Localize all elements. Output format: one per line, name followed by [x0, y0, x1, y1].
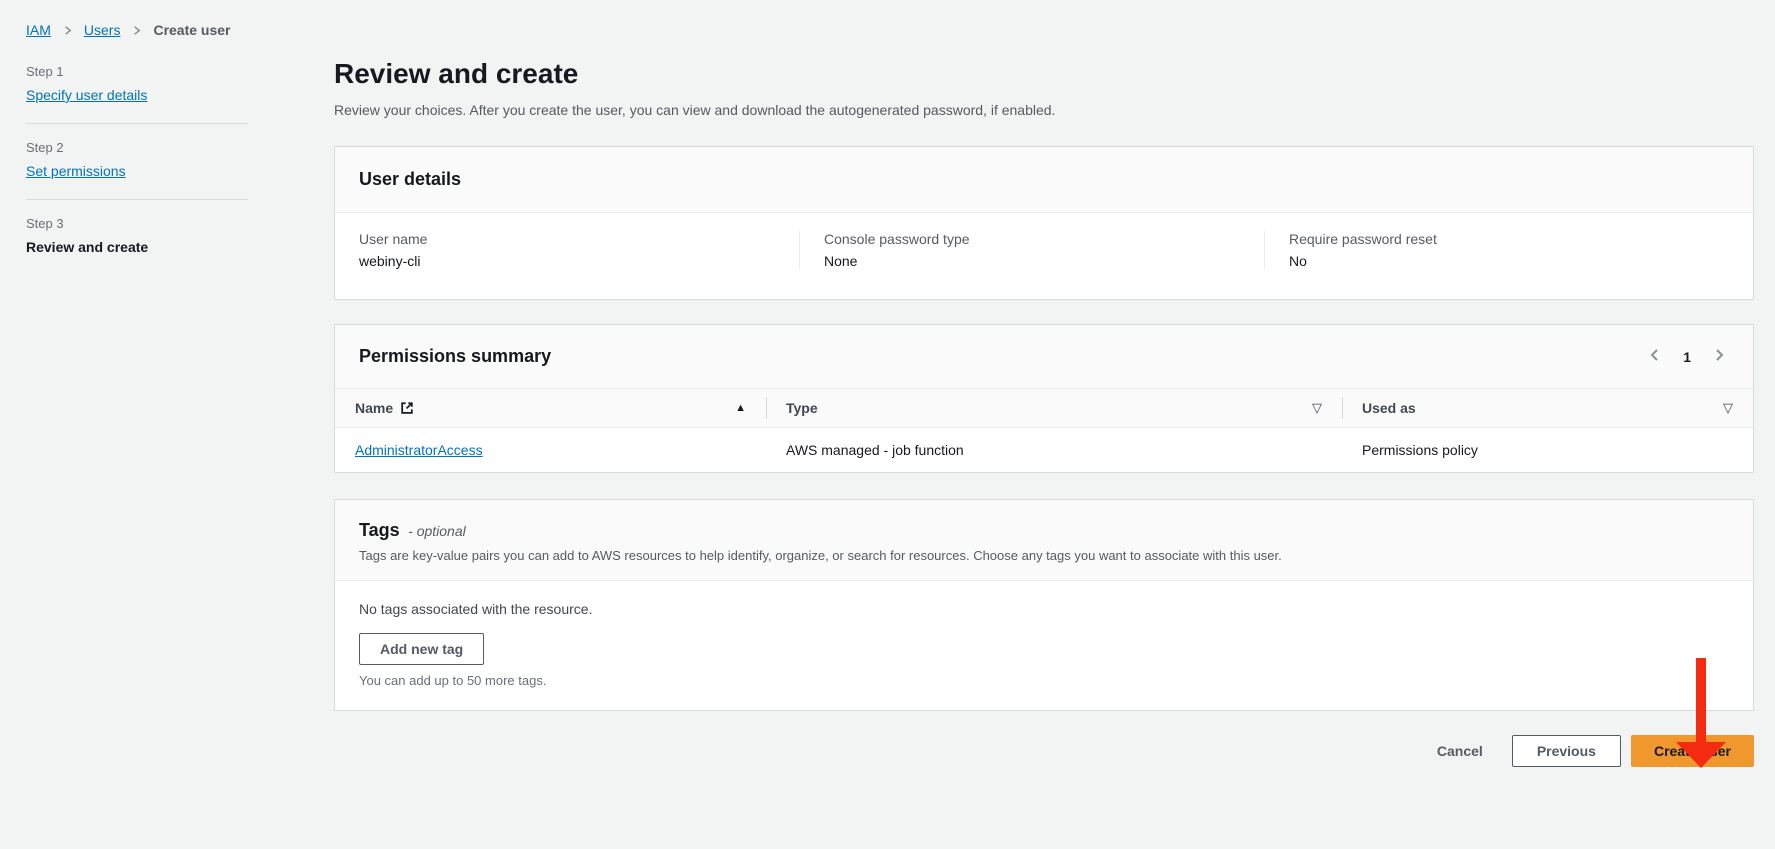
- previous-button[interactable]: Previous: [1512, 735, 1621, 767]
- user-details-card: User details User name webiny-cli Consol…: [334, 146, 1754, 300]
- column-header-type[interactable]: Type ▽: [766, 389, 1342, 427]
- tags-title: Tags: [359, 520, 400, 540]
- filter-icon[interactable]: ▽: [1312, 400, 1322, 416]
- add-new-tag-button[interactable]: Add new tag: [359, 633, 484, 665]
- step-divider: [26, 123, 248, 124]
- step-1-label: Step 1: [26, 64, 248, 79]
- tags-card: Tags - optional Tags are key-value pairs…: [334, 499, 1754, 711]
- column-header-used-as[interactable]: Used as ▽: [1342, 389, 1753, 427]
- permissions-summary-title: Permissions summary: [359, 346, 551, 367]
- wizard-steps: Step 1 Specify user details Step 2 Set p…: [26, 64, 248, 255]
- column-type-label: Type: [786, 400, 818, 416]
- permissions-summary-header: Permissions summary 1: [335, 325, 1753, 388]
- iam-create-user-page: IAM Users Create user Step 1 Specify use…: [0, 0, 1775, 849]
- breadcrumb-link-users[interactable]: Users: [84, 22, 121, 38]
- tags-empty-message: No tags associated with the resource.: [359, 601, 1729, 617]
- tags-header: Tags - optional Tags are key-value pairs…: [335, 500, 1753, 581]
- pagination-next-button[interactable]: [1709, 345, 1729, 368]
- external-link-icon: [400, 401, 414, 415]
- breadcrumb-current: Create user: [153, 22, 230, 38]
- chevron-right-icon: [130, 24, 143, 37]
- page-title: Review and create: [334, 56, 1754, 92]
- field-console-password-type: Console password type None: [799, 231, 1264, 269]
- step-2-link-set-permissions[interactable]: Set permissions: [26, 163, 126, 179]
- wizard-step-2: Step 2 Set permissions: [26, 140, 248, 181]
- tags-limit-note: You can add up to 50 more tags.: [359, 673, 1729, 688]
- pagination-previous-button[interactable]: [1645, 345, 1665, 368]
- permissions-summary-card: Permissions summary 1: [334, 324, 1754, 473]
- chevron-right-icon: [61, 24, 74, 37]
- page-description: Review your choices. After you create th…: [334, 100, 1754, 120]
- cell-policy-type: AWS managed - job function: [766, 428, 1342, 472]
- require-password-reset-label: Require password reset: [1289, 231, 1729, 247]
- step-1-link-specify-user-details[interactable]: Specify user details: [26, 87, 147, 103]
- console-password-type-value: None: [824, 253, 1264, 269]
- step-2-label: Step 2: [26, 140, 248, 155]
- breadcrumb-link-iam[interactable]: IAM: [26, 22, 51, 38]
- table-row: AdministratorAccess AWS managed - job fu…: [335, 428, 1753, 472]
- column-used-as-label: Used as: [1362, 400, 1416, 416]
- user-name-label: User name: [359, 231, 799, 247]
- column-header-name[interactable]: Name ▲: [335, 389, 766, 427]
- breadcrumb: IAM Users Create user: [26, 22, 248, 38]
- step-divider: [26, 199, 248, 200]
- left-rail: IAM Users Create user Step 1 Specify use…: [26, 22, 248, 255]
- pagination-page-1[interactable]: 1: [1679, 347, 1695, 367]
- main-content: Review and create Review your choices. A…: [334, 0, 1754, 767]
- create-user-button[interactable]: Create user: [1631, 735, 1754, 767]
- tags-body: No tags associated with the resource. Ad…: [335, 581, 1753, 710]
- field-user-name: User name webiny-cli: [359, 231, 799, 269]
- step-3-current-review-and-create: Review and create: [26, 239, 248, 255]
- field-require-password-reset: Require password reset No: [1264, 231, 1729, 269]
- cell-policy-name: AdministratorAccess: [335, 428, 766, 472]
- cancel-button[interactable]: Cancel: [1418, 735, 1502, 767]
- footer-actions: Cancel Previous Create user: [334, 735, 1754, 767]
- chevron-right-icon: [1711, 347, 1727, 366]
- tags-title-row: Tags - optional: [359, 520, 1729, 541]
- tags-optional-suffix: - optional: [408, 523, 466, 539]
- chevron-left-icon: [1647, 347, 1663, 366]
- cell-used-as: Permissions policy: [1342, 428, 1753, 472]
- wizard-step-1: Step 1 Specify user details: [26, 64, 248, 105]
- column-name-label: Name: [355, 400, 393, 416]
- permissions-table-header: Name ▲ Type ▽: [335, 388, 1753, 428]
- tags-description: Tags are key-value pairs you can add to …: [359, 547, 1729, 565]
- sort-ascending-icon[interactable]: ▲: [735, 402, 746, 414]
- user-details-header: User details: [335, 147, 1753, 213]
- step-3-label: Step 3: [26, 216, 248, 231]
- filter-icon[interactable]: ▽: [1723, 400, 1733, 416]
- require-password-reset-value: No: [1289, 253, 1729, 269]
- user-name-value: webiny-cli: [359, 253, 799, 269]
- wizard-step-3: Step 3 Review and create: [26, 216, 248, 255]
- pagination: 1: [1645, 345, 1729, 368]
- user-details-body: User name webiny-cli Console password ty…: [335, 213, 1753, 299]
- policy-link-administrator-access[interactable]: AdministratorAccess: [355, 442, 483, 458]
- console-password-type-label: Console password type: [824, 231, 1264, 247]
- user-details-title: User details: [359, 169, 461, 189]
